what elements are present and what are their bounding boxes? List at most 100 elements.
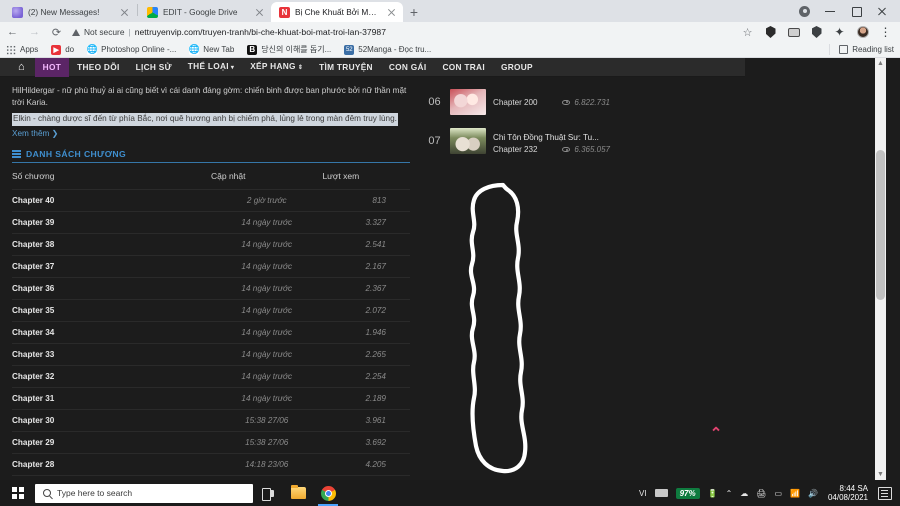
table-row[interactable]: Chapter 36 14 ngày trước 2.367	[12, 277, 410, 299]
chapter-link[interactable]: Chapter 33	[12, 350, 211, 359]
table-row[interactable]: Chapter 39 14 ngày trước 3.327	[12, 211, 410, 233]
bookmark-korean[interactable]: B 당신의 이해를 돕기...	[247, 44, 331, 55]
toolbar-icons: ☆ ✦ ⋮	[741, 26, 894, 39]
nav-item-tim-truyen[interactable]: TÌM TRUYỆN	[311, 58, 381, 77]
browser-tab-drive[interactable]: EDIT - Google Drive	[139, 2, 271, 22]
chapter-link[interactable]: Chapter 31	[12, 394, 211, 403]
taskbar-search-input[interactable]: Type here to search	[35, 484, 253, 503]
reading-list-label: Reading list	[852, 45, 894, 54]
keyboard-icon[interactable]	[651, 480, 672, 506]
browser-tab-nettruyen[interactable]: N Bị Che Khuất Bởi Mặt Trời Lặn [T	[271, 2, 403, 22]
chrome-taskbar-button[interactable]	[313, 480, 343, 506]
tray-app-icon[interactable]: ▭	[770, 480, 786, 506]
shield-icon[interactable]	[812, 26, 822, 38]
chapter-list-header: DANH SÁCH CHƯƠNG	[12, 149, 410, 163]
language-indicator[interactable]: VI	[635, 480, 651, 506]
ranking-item-06[interactable]: 06 Chapter 200 6.822.731	[420, 83, 610, 121]
nav-item-group[interactable]: GROUP	[493, 58, 541, 77]
scrollbar-down-arrow[interactable]: ▼	[876, 471, 885, 478]
comic-latest-chapter[interactable]: Chapter 200	[493, 98, 562, 107]
chapter-link[interactable]: Chapter 32	[12, 372, 211, 381]
close-icon[interactable]	[254, 7, 265, 18]
bookmark-52manga[interactable]: 52 52Manga - Đọc tru...	[344, 45, 431, 55]
bookmark-photoshop[interactable]: 🌐 Photoshop Online -...	[87, 45, 176, 55]
address-bar[interactable]: Not secure | nettruyenvip.com/truyen-tra…	[72, 25, 732, 40]
table-row[interactable]: Chapter 35 14 ngày trước 2.072	[12, 299, 410, 321]
new-tab-button[interactable]: +	[403, 2, 425, 22]
battery-percentage[interactable]: 97%	[672, 480, 704, 506]
table-row[interactable]: Chapter 40 2 giờ trước 813	[12, 189, 410, 211]
close-window-button[interactable]	[876, 5, 888, 17]
star-icon[interactable]: ☆	[741, 26, 754, 39]
table-row[interactable]: Chapter 32 14 ngày trước 2.254	[12, 365, 410, 387]
printer-icon[interactable]: 🖨	[752, 480, 770, 506]
reload-button[interactable]: ⟳	[50, 26, 63, 39]
task-view-button[interactable]	[253, 480, 283, 506]
puzzle-extension-icon[interactable]: ✦	[833, 26, 846, 39]
kebab-menu-icon[interactable]: ⋮	[879, 26, 892, 39]
nav-item-lich-su[interactable]: LỊCH SỬ	[128, 58, 180, 77]
bookmark-apps[interactable]: Apps	[6, 45, 38, 55]
back-button[interactable]: ←	[6, 26, 19, 39]
comic-thumbnail	[450, 128, 486, 154]
table-row[interactable]: Chapter 37 14 ngày trước 2.167	[12, 255, 410, 277]
close-icon[interactable]	[119, 7, 130, 18]
nav-item-con-gai[interactable]: CON GÁI	[381, 58, 435, 77]
onedrive-icon[interactable]: ☁	[736, 480, 752, 506]
chapter-updated: 15:38 27/06	[211, 416, 322, 425]
wallet-icon[interactable]	[788, 28, 800, 37]
comic-title[interactable]: Chi Tôn Đồng Thuật Sư: Tu...	[493, 133, 599, 142]
chapter-link[interactable]: Chapter 28	[12, 460, 211, 469]
chapter-link[interactable]: Chapter 36	[12, 284, 211, 293]
profile-icon[interactable]	[799, 6, 810, 17]
chapter-link[interactable]: Chapter 29	[12, 438, 211, 447]
minimize-button[interactable]	[824, 5, 836, 17]
read-more-link[interactable]: Xem thêm ❯	[12, 128, 410, 138]
notifications-button[interactable]	[874, 480, 896, 506]
wifi-icon[interactable]: 📶	[786, 480, 804, 506]
comic-latest-chapter[interactable]: Chapter 232	[493, 145, 562, 154]
chapter-link[interactable]: Chapter 30	[12, 416, 211, 425]
volume-icon[interactable]: 🔊	[804, 480, 822, 506]
bookmark-newtab[interactable]: 🌐 New Tab	[189, 45, 234, 55]
table-row[interactable]: Chapter 30 15:38 27/06 3.961	[12, 409, 410, 431]
table-row[interactable]: Chapter 38 14 ngày trước 2.541	[12, 233, 410, 255]
scroll-to-top-button[interactable]: ⌃	[705, 424, 727, 442]
show-hidden-icons-chevron[interactable]: ⌃	[722, 480, 737, 506]
scrollbar-up-arrow[interactable]: ▲	[876, 60, 885, 67]
bookmark-do[interactable]: ▶ do	[51, 45, 74, 55]
nav-item-hot[interactable]: HOT	[35, 58, 69, 77]
ranking-item-07[interactable]: 07 Chi Tôn Đồng Thuật Sư: Tu... Chapter …	[420, 121, 610, 160]
start-button[interactable]	[4, 480, 32, 506]
taskbar-clock[interactable]: 8:44 SA 04/08/2021	[822, 484, 874, 502]
file-explorer-button[interactable]	[283, 480, 313, 506]
home-icon[interactable]: ⌂	[8, 62, 35, 73]
chapter-link[interactable]: Chapter 39	[12, 218, 211, 227]
table-row[interactable]: Chapter 29 15:38 27/06 3.692	[12, 431, 410, 453]
chapter-link[interactable]: Chapter 35	[12, 306, 211, 315]
reading-list-button[interactable]: Reading list	[839, 45, 894, 54]
chapter-link[interactable]: Chapter 38	[12, 240, 211, 249]
page-scrollbar[interactable]: ▲ ▼	[875, 58, 886, 480]
chapter-link[interactable]: Chapter 40	[12, 196, 211, 205]
close-icon[interactable]	[386, 7, 397, 18]
nav-item-theo-doi[interactable]: THEO DÕI	[69, 58, 128, 77]
nav-item-xep-hang[interactable]: XẾP HẠNG⇕	[242, 58, 311, 78]
nav-item-con-trai[interactable]: CON TRAI	[434, 58, 493, 77]
chapter-updated: 14 ngày trước	[211, 218, 322, 227]
security-label: Not secure	[84, 27, 125, 37]
chapter-link[interactable]: Chapter 34	[12, 328, 211, 337]
adblock-shield-icon[interactable]	[766, 26, 776, 38]
chapter-link[interactable]: Chapter 37	[12, 262, 211, 271]
browser-tab-messages[interactable]: (2) New Messages!	[4, 2, 136, 22]
table-row[interactable]: Chapter 33 14 ngày trước 2.265	[12, 343, 410, 365]
scrollbar-thumb[interactable]	[876, 150, 885, 300]
page-content: ⌂ HOT THEO DÕI LỊCH SỬ THỂ LOẠI▾ XẾP HẠN…	[0, 58, 745, 480]
avatar-icon[interactable]	[857, 26, 869, 38]
table-row[interactable]: Chapter 31 14 ngày trước 2.189	[12, 387, 410, 409]
battery-icon[interactable]: 🔋	[704, 480, 722, 506]
nav-item-the-loai[interactable]: THỂ LOẠI▾	[180, 58, 242, 78]
maximize-button[interactable]	[850, 5, 862, 17]
table-row[interactable]: Chapter 28 14:18 23/06 4.205	[12, 453, 410, 475]
table-row[interactable]: Chapter 34 14 ngày trước 1.946	[12, 321, 410, 343]
